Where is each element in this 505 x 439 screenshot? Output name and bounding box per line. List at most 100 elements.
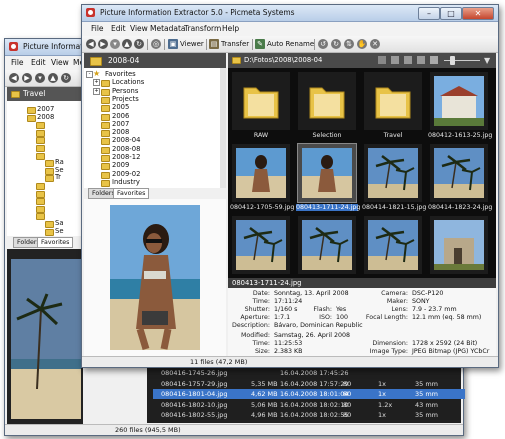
info-field-label: Date: bbox=[252, 290, 270, 297]
thumbnail[interactable] bbox=[298, 216, 356, 274]
expand-toggle-icon[interactable]: - bbox=[86, 71, 93, 78]
dropdown-icon[interactable]: ▾ bbox=[110, 39, 120, 49]
folder-icon bbox=[90, 57, 102, 66]
file-row[interactable]: 080416-1802-10.jpg 5,06 MB 16.04.2008 18:0… bbox=[153, 400, 465, 410]
app-icon bbox=[9, 42, 18, 51]
folder-icon bbox=[101, 155, 110, 162]
refresh-icon[interactable]: ↻ bbox=[61, 73, 71, 83]
back-folder-header: Travel bbox=[7, 87, 83, 101]
file-name-cell: 080416-1801-04.jpg bbox=[161, 390, 228, 399]
folder-icon bbox=[101, 138, 110, 146]
tree-scrollbar[interactable] bbox=[220, 68, 226, 188]
transfer-icon: ▤ bbox=[209, 39, 219, 49]
rotate-right-icon[interactable]: ↻ bbox=[331, 39, 341, 49]
folder-icon bbox=[45, 221, 54, 228]
thumbnail-image bbox=[236, 148, 286, 198]
transfer-button[interactable]: Transfer bbox=[221, 40, 249, 48]
menu-edit[interactable]: Edit bbox=[111, 24, 126, 33]
toolbar-separator bbox=[314, 39, 315, 50]
info-field-label: Focal Length: bbox=[365, 314, 408, 321]
file-zoom-cell: 1x bbox=[378, 390, 386, 399]
thumbnail[interactable] bbox=[430, 216, 488, 274]
folder-thumbnail-icon bbox=[236, 76, 286, 126]
path-dropdown-icon[interactable] bbox=[378, 56, 386, 64]
thumbnail[interactable] bbox=[364, 72, 422, 130]
expand-toggle-icon[interactable]: + bbox=[93, 87, 100, 95]
close-button[interactable]: ✕ bbox=[462, 7, 494, 20]
thumbnail[interactable] bbox=[430, 72, 488, 130]
thumbnail[interactable] bbox=[430, 144, 488, 202]
forward-arrow-icon[interactable]: ▶ bbox=[98, 39, 108, 49]
view-list-icon[interactable] bbox=[391, 56, 399, 64]
thumbnail[interactable] bbox=[232, 144, 290, 202]
zoom-slider-thumb[interactable] bbox=[450, 56, 455, 65]
view-details-icon[interactable] bbox=[404, 56, 412, 64]
menu-metadata[interactable]: Metadata bbox=[150, 24, 186, 33]
auto-rename-button[interactable]: Auto Rename bbox=[267, 40, 314, 48]
thumbnail-image bbox=[236, 220, 286, 270]
back-status-bar: 260 files (945,5 MB) bbox=[5, 424, 463, 435]
thumbnail[interactable] bbox=[297, 143, 357, 203]
path-text[interactable]: D:\Fotos\2008\2008-04 bbox=[244, 56, 322, 64]
hand-icon[interactable]: ✋ bbox=[357, 39, 367, 49]
sidebar-header: 2008-04 bbox=[84, 53, 226, 68]
info-field-label: Camera: bbox=[381, 290, 408, 297]
up-icon[interactable]: ▲ bbox=[48, 73, 58, 83]
view-large-icon[interactable] bbox=[430, 56, 438, 64]
front-title-bar[interactable]: Picture Information Extractor 5.0 - Picm… bbox=[82, 5, 498, 22]
thumbnail[interactable] bbox=[232, 216, 290, 274]
maximize-button[interactable]: □ bbox=[440, 7, 462, 20]
file-row[interactable]: 080416-1745-26.jpg 16.04.2008 17:45:26 bbox=[153, 368, 465, 378]
info-field-label: Modified: bbox=[241, 332, 270, 339]
front-toolbar: ◀ ▶ ▾ ▲ ↻ ◎ ▣ Viewer ▤ Transfer ✎ Auto R… bbox=[82, 36, 498, 53]
tab-favorites[interactable]: Favorites bbox=[113, 188, 150, 199]
toolbar-separator bbox=[206, 39, 207, 50]
filter-icon[interactable]: ▼ bbox=[484, 56, 490, 65]
file-row[interactable]: 080416-1801-04.jpg 4,62 MB 16.04.2008 18:0… bbox=[153, 389, 465, 400]
thumbnail-label: 080412-1613-25.jpg bbox=[428, 132, 493, 139]
flip-icon[interactable]: ⇅ bbox=[344, 39, 354, 49]
front-window: Picture Information Extractor 5.0 - Picm… bbox=[81, 4, 499, 368]
viewer-button[interactable]: Viewer bbox=[180, 40, 204, 48]
back-arrow-icon[interactable]: ◀ bbox=[9, 73, 19, 83]
thumbnail[interactable] bbox=[364, 144, 422, 202]
file-row[interactable]: 080416-1757-29.jpg 5,35 MB 16.04.2008 17:5… bbox=[153, 379, 465, 389]
back-folder-tree: 2007 2008 Ra Se Tr Sa Se bbox=[7, 101, 83, 236]
menu-view[interactable]: View bbox=[130, 24, 148, 33]
file-name-cell: 080416-1757-29.jpg bbox=[161, 379, 228, 388]
forward-arrow-icon[interactable]: ▶ bbox=[22, 73, 32, 83]
menu-help[interactable]: Help bbox=[222, 24, 239, 33]
menu-file[interactable]: File bbox=[91, 24, 104, 33]
thumbnail[interactable] bbox=[298, 72, 356, 130]
front-menu-bar: File Edit View Metadata Transform Help bbox=[82, 22, 498, 36]
back-arrow-icon[interactable]: ◀ bbox=[86, 39, 96, 49]
back-tab-favorites[interactable]: Favorites bbox=[37, 237, 74, 248]
thumbnail-label: 080414-1823-24.jpg bbox=[428, 204, 493, 211]
file-row[interactable]: 080416-1802-55.jpg 4,96 MB 16.04.2008 18:0… bbox=[153, 410, 465, 420]
delete-icon[interactable]: ✕ bbox=[370, 39, 380, 49]
folder-icon bbox=[36, 152, 45, 160]
refresh-icon[interactable]: ↻ bbox=[134, 39, 144, 49]
back-menu-view[interactable]: View bbox=[51, 58, 69, 67]
view-thumbs-icon[interactable] bbox=[417, 56, 425, 64]
thumbnail[interactable] bbox=[364, 216, 422, 274]
info-field-label: Maker: bbox=[386, 298, 408, 305]
folder-icon bbox=[36, 213, 45, 221]
dropdown-icon[interactable]: ▾ bbox=[35, 73, 45, 83]
file-q-cell: 80 bbox=[343, 400, 352, 409]
back-menu-file[interactable]: File bbox=[11, 58, 24, 67]
folder-icon bbox=[101, 121, 110, 129]
thumbnail-label: Selection bbox=[312, 132, 342, 139]
expand-toggle-icon[interactable]: + bbox=[93, 79, 100, 87]
up-folder-icon[interactable]: ▲ bbox=[122, 39, 132, 49]
minimize-button[interactable]: – bbox=[418, 7, 440, 20]
info-field-label: Time: bbox=[252, 298, 270, 305]
burn-icon[interactable]: ◎ bbox=[151, 39, 161, 49]
thumbnail[interactable] bbox=[232, 72, 290, 130]
info-field-label: Shutter: bbox=[244, 306, 270, 313]
menu-transform[interactable]: Transform bbox=[184, 24, 221, 33]
back-menu-edit[interactable]: Edit bbox=[31, 58, 46, 67]
folder-icon bbox=[101, 96, 110, 104]
rotate-left-icon[interactable]: ↺ bbox=[318, 39, 328, 49]
person-preview-image bbox=[110, 205, 200, 351]
